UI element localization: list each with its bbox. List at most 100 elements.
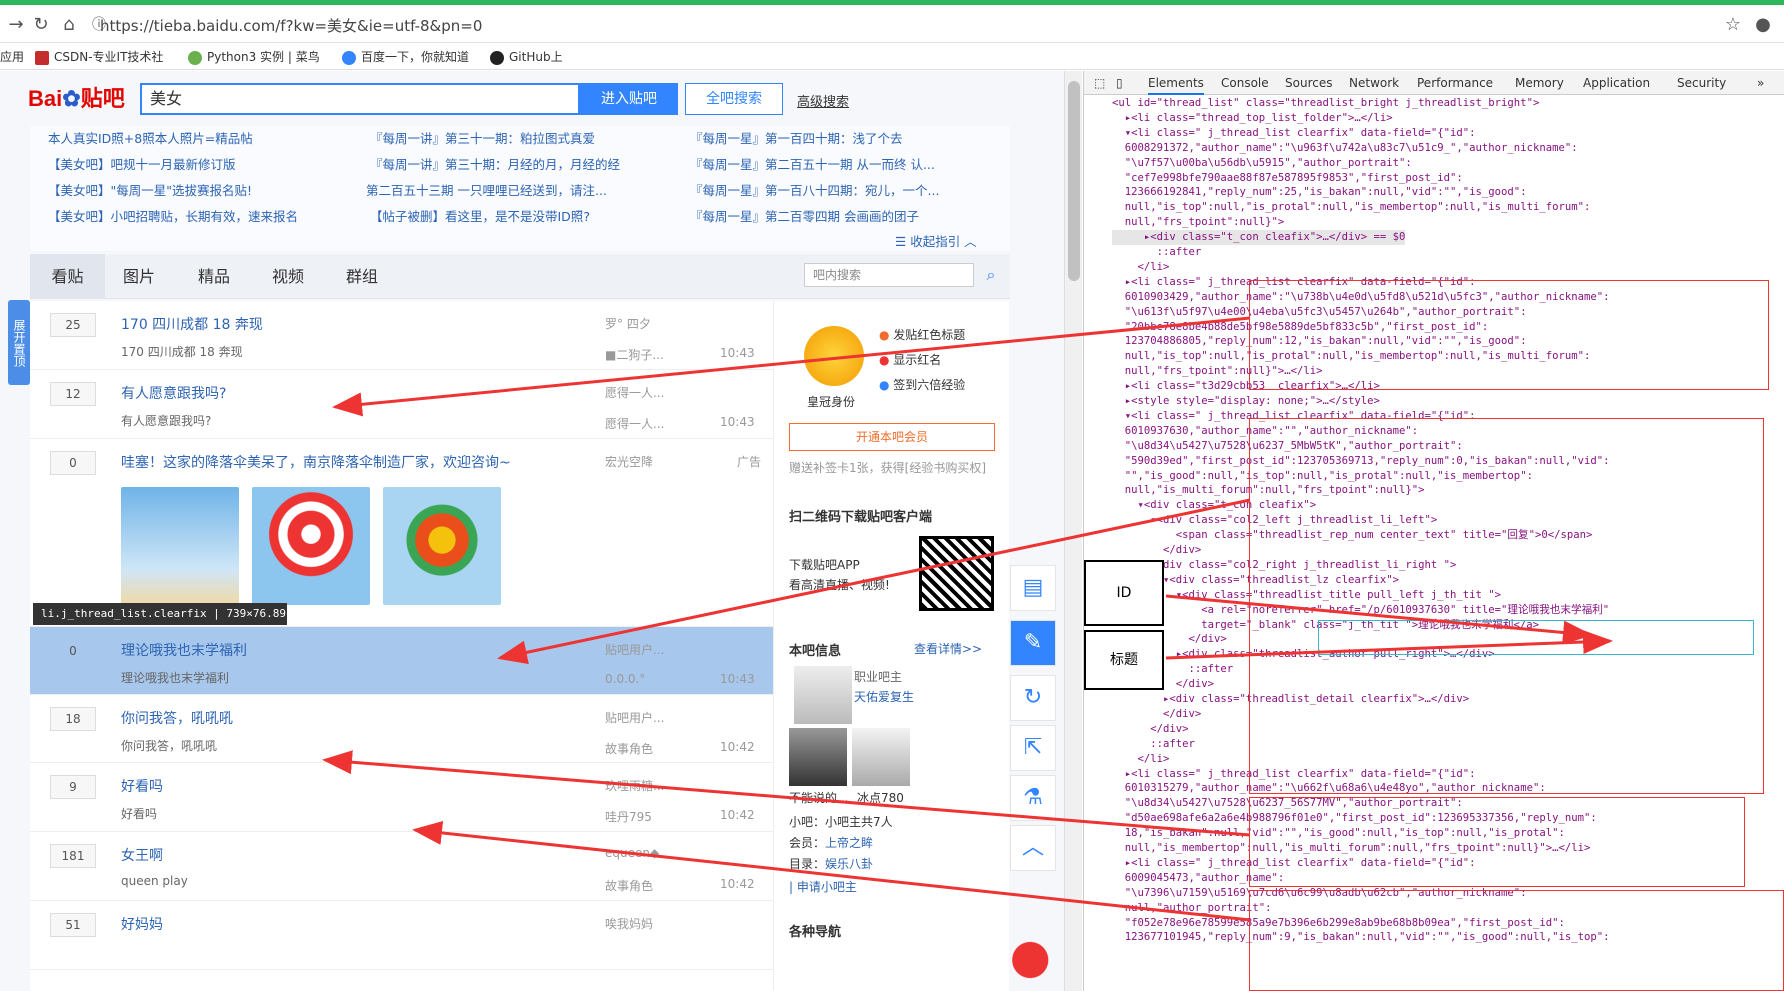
tab-sources[interactable]: Sources: [1285, 71, 1332, 95]
notice-link[interactable]: 『每周一星』第二百零四期 会画画的团子: [690, 206, 919, 225]
table-row[interactable]: 51 好妈妈 唉我妈妈: [30, 901, 773, 970]
tab-application[interactable]: Application: [1583, 71, 1650, 95]
bookmark-github[interactable]: GitHub上: [490, 44, 563, 70]
thread-author[interactable]: 贴吧用户...: [605, 641, 664, 658]
address-bar[interactable]: https://tieba.baidu.com/f?kw=美女&ie=utf-8…: [100, 13, 1720, 39]
code-line[interactable]: "cef7e998bfe790aae88f87e587895f9853","fi…: [1112, 171, 1463, 186]
tab-videos[interactable]: 视频: [272, 254, 304, 299]
tab-security[interactable]: Security: [1677, 71, 1726, 95]
thread-author[interactable]: 愿得一人...: [605, 384, 664, 401]
search-icon[interactable]: ⌕: [980, 263, 1002, 287]
tab-performance[interactable]: Performance: [1417, 71, 1493, 95]
thread-title[interactable]: 有人愿意跟我吗?: [121, 383, 226, 403]
last-replier[interactable]: ■二狗子...: [605, 346, 664, 363]
ad-image[interactable]: [383, 487, 501, 605]
moderator-name[interactable]: 不能说的...: [789, 789, 848, 806]
moderator-name[interactable]: 冰点780: [857, 789, 904, 806]
inspect-icon[interactable]: ⬚: [1094, 71, 1105, 95]
notice-link[interactable]: 『每周一讲』第三十期：月经的月，月经的经: [370, 154, 620, 173]
bookmark-apps[interactable]: 应用: [0, 44, 24, 70]
code-line[interactable]: "\u7f57\u00ba\u56db\u5915","author_portr…: [1112, 156, 1412, 171]
home-icon[interactable]: ⌂: [58, 15, 80, 35]
member-link[interactable]: 上帝之眸: [825, 836, 873, 850]
back-to-top-icon[interactable]: ︿: [1010, 825, 1056, 871]
notice-link[interactable]: 『每周一星』第一百四十期：浅了个去: [690, 128, 903, 147]
collapse-guide-button[interactable]: ☰ 收起指引 ︿: [895, 231, 977, 250]
lab-flask-icon[interactable]: ⚗: [1010, 775, 1056, 821]
code-line[interactable]: null,"is_top":null,"is_protal":null,"is_…: [1112, 200, 1591, 215]
bookmark-python[interactable]: Python3 实例 | 菜鸟: [188, 44, 320, 70]
ad-image[interactable]: [121, 487, 239, 605]
last-replier[interactable]: 故事角色: [605, 877, 653, 894]
tieba-logo[interactable]: Bai✿贴吧: [28, 81, 133, 117]
search-input[interactable]: 美女: [140, 83, 580, 115]
last-replier[interactable]: 故事角色: [605, 740, 653, 757]
code-line[interactable]: null,"frs_tpoint":null}">: [1112, 215, 1284, 230]
expand-pinned-button[interactable]: 展开置顶: [8, 300, 30, 385]
thread-title[interactable]: 你问我答，吼吼吼: [121, 708, 233, 728]
thread-author[interactable]: 唉我妈妈: [605, 915, 653, 932]
avatar[interactable]: [789, 728, 847, 786]
tab-posts[interactable]: 看贴: [30, 254, 105, 299]
bookmark-csdn[interactable]: CSDN-专业IT技术社: [35, 44, 163, 70]
notice-link[interactable]: 【美女吧】吧规十一月最新修订版: [48, 154, 236, 173]
code-line[interactable]: <ul id="thread_list" class="threadlist_b…: [1112, 96, 1539, 111]
dir-link[interactable]: 娱乐八卦: [825, 857, 873, 871]
notice-link[interactable]: 『每周一星』第二百五十一期 从一而终 认...: [690, 154, 935, 173]
thread-author[interactable]: 玖哩雨糖...: [605, 777, 664, 794]
refresh-icon[interactable]: ↻: [1010, 675, 1056, 721]
notice-link[interactable]: 【美女吧】小吧招聘贴，长期有效，速来报名: [48, 206, 298, 225]
bookmark-baidu[interactable]: 百度一下，你就知道: [342, 44, 469, 70]
code-line[interactable]: ▸<style style="display: none;">…</style>: [1112, 394, 1380, 409]
thread-author[interactable]: 宏光空降: [605, 453, 653, 470]
ad-image[interactable]: [252, 487, 370, 605]
code-line[interactable]: </li>: [1112, 260, 1170, 275]
notice-link[interactable]: 『每周一星』第一百八十四期：宛儿，一个...: [690, 180, 939, 199]
star-icon[interactable]: ☆: [1722, 15, 1744, 35]
notice-link[interactable]: 本人真实ID照+8照本人照片=精品帖: [48, 128, 253, 147]
table-row[interactable]: 12 有人愿意跟我吗? 有人愿意跟我吗? 愿得一人... 愿得一人... 10:…: [30, 370, 773, 439]
thread-title[interactable]: 好妈妈: [121, 914, 163, 934]
table-row[interactable]: 0 理论哦我也末学福利 理论哦我也末学福利 贴吧用户... 0.0.0.° 10…: [30, 627, 773, 695]
table-row-ad[interactable]: 0 哇塞！这家的降落伞美呆了，南京降落伞制造厂家，欢迎咨询~ 宏光空降 广告: [30, 439, 773, 627]
table-row[interactable]: 181 女王啊 queen play equeen◆ 故事角色 10:42: [30, 832, 773, 901]
notice-link[interactable]: 【帖子被删】看这里，是不是没带ID照?: [370, 206, 590, 225]
code-line[interactable]: ▸<div class="t_con cleafix">…</div> == $…: [1112, 230, 1406, 245]
avatar[interactable]: [852, 728, 910, 786]
tab-featured[interactable]: 精品: [198, 254, 230, 299]
code-line[interactable]: ▾<li class=" j_thread_list clearfix" dat…: [1112, 126, 1476, 141]
more-tabs-icon[interactable]: »: [1757, 71, 1764, 95]
advanced-search-link[interactable]: 高级搜索: [797, 91, 849, 110]
forward-icon[interactable]: →: [5, 15, 27, 35]
thread-title[interactable]: 哇塞！这家的降落伞美呆了，南京降落伞制造厂家，欢迎咨询~: [121, 452, 511, 472]
code-line[interactable]: </div>: [1112, 707, 1201, 722]
red-cannon-icon[interactable]: [1000, 935, 1055, 985]
tab-console[interactable]: Console: [1221, 71, 1269, 95]
thread-title[interactable]: 女王啊: [121, 845, 163, 865]
code-line[interactable]: 123666192841,"reply_num":25,"is_bakan":n…: [1112, 185, 1527, 200]
inner-search-input[interactable]: 吧内搜索: [804, 263, 974, 287]
tab-network[interactable]: Network: [1349, 71, 1399, 95]
scrollbar-thumb[interactable]: [1068, 81, 1080, 281]
page-scrollbar[interactable]: [1064, 71, 1082, 991]
code-line[interactable]: ::after: [1112, 245, 1202, 260]
extension-icon[interactable]: ●: [1752, 15, 1774, 35]
tab-groups[interactable]: 群组: [346, 254, 378, 299]
notice-link[interactable]: 第二百五十三期 一只哩哩已经送到，请注...: [366, 180, 607, 199]
thread-author[interactable]: equeen◆: [605, 846, 659, 860]
thread-title[interactable]: 理论哦我也末学福利: [121, 640, 247, 660]
thread-title[interactable]: 170 四川成都 18 奔现: [121, 314, 263, 334]
table-row[interactable]: 9 好看吗 好看吗 玖哩雨糖... 哇丹795 10:42: [30, 763, 773, 832]
enter-bar-button[interactable]: 进入贴吧: [580, 83, 678, 115]
code-line[interactable]: </div>: [1112, 722, 1188, 737]
code-line[interactable]: </li>: [1112, 752, 1170, 767]
info-more-link[interactable]: 查看详情>>: [914, 640, 982, 657]
tab-memory[interactable]: Memory: [1515, 71, 1564, 95]
last-replier[interactable]: 0.0.0.°: [605, 672, 645, 686]
owner-name[interactable]: 天佑爱复生: [854, 688, 914, 705]
apply-moderator-link[interactable]: | 申请小吧主: [789, 878, 857, 895]
tab-images[interactable]: 图片: [123, 254, 155, 299]
last-replier[interactable]: 哇丹795: [605, 808, 652, 825]
share-icon[interactable]: ⇱: [1010, 725, 1056, 771]
code-line[interactable]: </div>: [1112, 543, 1201, 558]
